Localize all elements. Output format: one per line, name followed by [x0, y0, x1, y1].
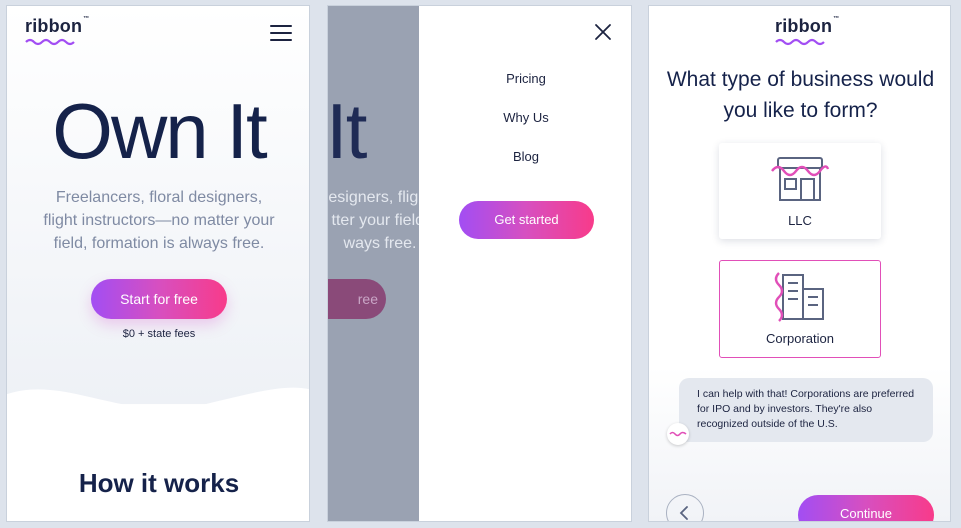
- ghost-subtitle: esigners, flight tter your field, ways f…: [328, 189, 419, 252]
- logo-wave-icon: [25, 38, 75, 46]
- option-llc-label: LLC: [788, 213, 812, 228]
- dimmed-overlay[interactable]: n It esigners, flight tter your field, w…: [328, 6, 419, 521]
- chevron-left-icon: [679, 506, 688, 520]
- menu-screen: n It esigners, flight tter your field, w…: [327, 5, 632, 522]
- section-title: How it works: [78, 468, 240, 498]
- storefront-icon: [771, 157, 830, 201]
- assistant-avatar: [667, 423, 689, 445]
- ribbon-logo[interactable]: ribbon™: [25, 16, 89, 46]
- continue-button[interactable]: Continue: [798, 495, 934, 521]
- option-corporation[interactable]: Corporation: [719, 260, 881, 358]
- ribbon-logo[interactable]: ribbon™: [775, 16, 839, 46]
- ghost-headline: n It: [328, 87, 367, 175]
- ribbon-wave-icon: [669, 431, 687, 437]
- nav-drawer: Pricing Why Us Blog Get started: [419, 6, 631, 521]
- option-llc[interactable]: LLC: [719, 143, 881, 239]
- hero-subtitle: Freelancers, floral designers, flight in…: [43, 189, 275, 252]
- nav-item-pricing[interactable]: Pricing: [419, 71, 631, 86]
- landing-screen: ribbon™ Own It Freelancers, floral desig…: [6, 5, 310, 522]
- logo-wave-icon: [775, 38, 825, 46]
- option-corporation-label: Corporation: [766, 331, 834, 346]
- assistant-message-bubble: I can help with that! Corporations are p…: [679, 378, 933, 442]
- nav-item-why-us[interactable]: Why Us: [419, 110, 631, 125]
- price-note: $0 + state fees: [122, 328, 196, 340]
- background-wave: [7, 6, 309, 521]
- nav-item-blog[interactable]: Blog: [419, 149, 631, 164]
- back-button[interactable]: [666, 494, 704, 521]
- get-started-button[interactable]: Get started: [459, 201, 594, 239]
- assistant-message-text: I can help with that! Corporations are p…: [697, 388, 915, 430]
- hero-headline: Own It: [52, 87, 267, 175]
- office-building-icon: [774, 272, 824, 322]
- question-heading: What type of business would you like to …: [666, 68, 935, 122]
- close-icon[interactable]: [593, 22, 613, 42]
- start-for-free-button[interactable]: Start for free: [91, 279, 227, 319]
- ghost-button: ree: [328, 279, 386, 319]
- hamburger-menu-icon[interactable]: [270, 25, 292, 43]
- business-type-screen: ribbon™ What type of business would you …: [648, 5, 951, 522]
